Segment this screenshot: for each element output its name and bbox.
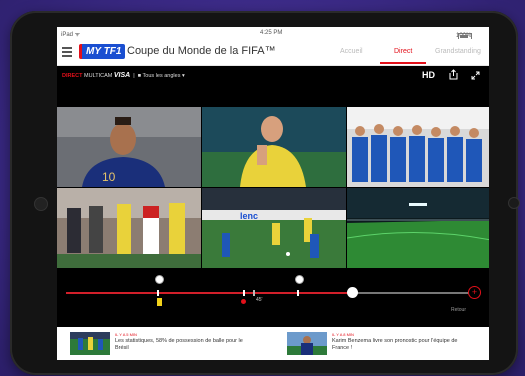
yellow-card-icon[interactable] (157, 298, 162, 306)
direct-label: DIRECT (62, 73, 83, 79)
news-item[interactable]: IL Y A 8 MIN Karim Benzema livre son pro… (287, 331, 487, 356)
carrier-label: iPad ᯤ (61, 32, 81, 38)
camera-icon (34, 197, 48, 211)
player-celebration-image (202, 107, 346, 187)
visa-sponsor-logo: VISA (113, 72, 131, 79)
multicam-label: MULTICAM (84, 73, 113, 79)
news-thumbnail-image (70, 332, 110, 355)
match-action-image: lenc (202, 188, 346, 268)
tab-direct[interactable]: Direct (394, 48, 412, 55)
news-headline: Les statistiques, 58% de possession de b… (115, 338, 243, 351)
tab-grandstanding[interactable]: Grandstanding (435, 48, 481, 55)
news-time: IL Y A 5 MIN (115, 332, 137, 337)
live-return-button[interactable]: + (468, 286, 481, 299)
camera-tile-ukraine-player[interactable] (202, 107, 346, 187)
camera-tile-benzema[interactable]: 10 (57, 107, 201, 187)
stream-info: DIRECT MULTICAM VISA | ■ Tous les angles… (62, 72, 185, 79)
clock-label: 4:25 PM (260, 30, 283, 36)
hd-toggle[interactable]: HD (422, 70, 435, 80)
news-thumbnail-image (287, 332, 327, 355)
mytf1-logo[interactable]: MY TF1 (79, 44, 126, 59)
timeline-remaining (352, 292, 469, 294)
back-label[interactable]: Retour (451, 307, 466, 313)
angle-selector[interactable]: Tous les angles ▾ (143, 73, 185, 79)
share-icon[interactable] (449, 69, 458, 80)
stream-toolbar: DIRECT MULTICAM VISA | ■ Tous les angles… (57, 66, 489, 86)
timeline-elapsed (66, 292, 353, 294)
camera-tile-match-action[interactable]: lenc (202, 188, 346, 268)
news-strip: IL Y A 5 MIN Les statistiques, 58% de po… (57, 327, 489, 360)
minute-label: 45' (256, 297, 263, 303)
event-tick (297, 290, 299, 296)
svg-text:lenc: lenc (240, 211, 258, 221)
event-tick (243, 290, 245, 296)
news-time: IL Y A 8 MIN (332, 332, 354, 337)
sideline-image (57, 188, 201, 268)
camera-tile-bench[interactable] (347, 107, 489, 187)
camera-grid: 10 lenc (57, 107, 489, 268)
stadium-image (347, 188, 489, 268)
app-screen: iPad ᯤ 4:25 PM 100% MY TF1 Coupe du Mond… (57, 27, 489, 360)
svg-text:10: 10 (102, 170, 116, 184)
page-title: Coupe du Monde de la FIFA™ (127, 45, 276, 57)
camera-tile-stadium[interactable] (347, 188, 489, 268)
match-timeline[interactable]: 45' + Retour (57, 271, 489, 317)
tab-accueil[interactable]: Accueil (340, 48, 363, 55)
news-item[interactable]: IL Y A 5 MIN Les statistiques, 58% de po… (70, 331, 270, 356)
home-button[interactable] (508, 197, 520, 209)
player-portrait-image: 10 (57, 107, 201, 187)
hamburger-menu-icon[interactable] (62, 47, 72, 57)
event-marker-icon[interactable] (295, 275, 304, 284)
active-tab-indicator (380, 62, 426, 64)
halftime-tick (253, 290, 255, 296)
goal-icon[interactable] (241, 299, 246, 304)
event-marker-icon[interactable] (155, 275, 164, 284)
timeline-scrubber[interactable] (347, 287, 359, 298)
top-nav: MY TF1 Coupe du Monde de la FIFA™ Accuei… (57, 39, 489, 66)
news-headline: Karim Benzema livre son pronostic pour l… (332, 338, 458, 351)
status-bar: iPad ᯤ 4:25 PM 100% (57, 27, 489, 40)
fullscreen-icon[interactable] (471, 71, 480, 80)
camera-tile-sideline[interactable] (57, 188, 201, 268)
camera-angle-icon: ■ (137, 73, 142, 79)
event-tick (157, 290, 159, 296)
team-bench-image (347, 107, 489, 187)
